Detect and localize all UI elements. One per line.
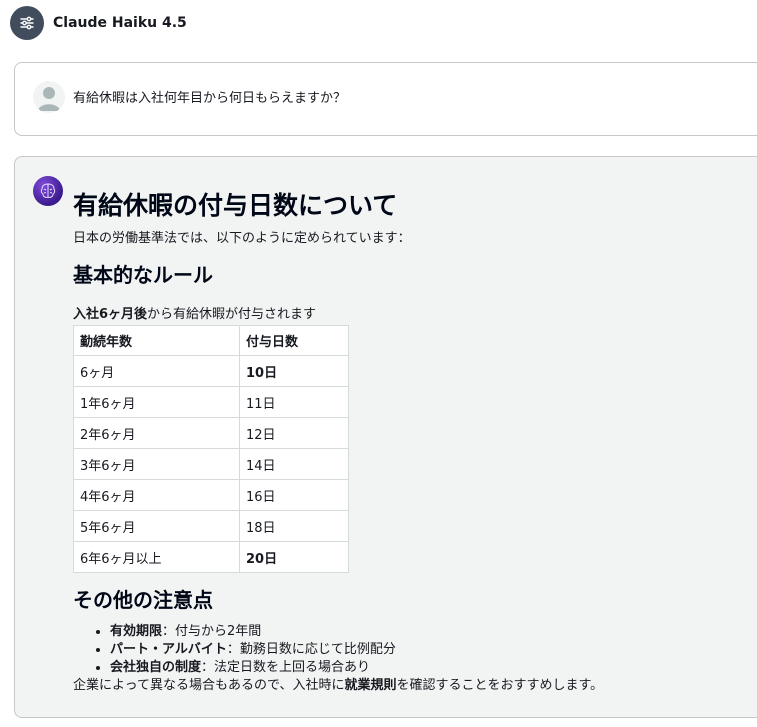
user-message-card: 有給休暇は入社何年目から何日もらえますか？: [14, 62, 757, 136]
note-text: ：付与から2年間: [162, 624, 262, 639]
assistant-message-card: 有給休暇の付与日数について 日本の労働基準法では、以下のように定められています：…: [14, 156, 757, 718]
table-row: 3年6ヶ月 14日: [73, 448, 349, 480]
rule-text: から有給休暇が付与されます: [147, 307, 317, 322]
list-item: 有効期限：付与から2年間: [110, 623, 753, 641]
brain-icon: [33, 176, 63, 206]
table-row: 1年6ヶ月 11日: [73, 386, 349, 418]
table-cell-years: 5年6ヶ月: [73, 510, 240, 542]
table-cell-days: 12日: [239, 417, 349, 449]
closing-bold: 就業規則: [344, 678, 397, 693]
table-cell-years: 1年6ヶ月: [73, 386, 240, 418]
user-message-text: 有給休暇は入社何年目から何日もらえますか？: [73, 91, 347, 106]
user-avatar-icon: [33, 81, 65, 113]
note-text: ：法定日数を上回る場合あり: [201, 660, 371, 675]
table-cell-years: 4年6ヶ月: [73, 479, 240, 511]
model-name: Claude Haiku 4.5: [53, 15, 187, 31]
table-cell-years: 6ヶ月: [73, 355, 240, 387]
chat-header: Claude Haiku 4.5: [10, 5, 187, 41]
table-cell-days: 14日: [239, 448, 349, 480]
table-cell-days: 20日: [239, 541, 349, 573]
notes-list: 有効期限：付与から2年間 パート・アルバイト：勤務日数に応じて比例配分 会社独自…: [73, 623, 753, 677]
leave-days-table: 勤続年数 付与日数 6ヶ月 10日 1年6ヶ月 11日 2年6ヶ月 12日 3年…: [73, 325, 349, 573]
table-cell-days: 11日: [239, 386, 349, 418]
table-header-row: 勤続年数 付与日数: [73, 325, 349, 356]
table-cell-years: 6年6ヶ月以上: [73, 541, 240, 573]
closing-after: を確認することをおすすめします。: [396, 678, 604, 693]
note-label: 会社独自の制度: [110, 660, 202, 675]
response-intro: 日本の労働基準法では、以下のように定められています：: [73, 231, 411, 246]
closing-before: 企業によって異なる場合もあるので、入社時に: [73, 678, 345, 693]
table-cell-years: 3年6ヶ月: [73, 448, 240, 480]
closing-text: 企業によって異なる場合もあるので、入社時に就業規則を確認することをおすすめします…: [73, 677, 753, 695]
section-heading-rules: 基本的なルール: [73, 263, 213, 287]
sliders-icon: [20, 16, 34, 30]
section-heading-notes: その他の注意点: [73, 588, 213, 612]
table-header-days: 付与日数: [239, 325, 349, 356]
table-row: 2年6ヶ月 12日: [73, 417, 349, 449]
table-row: 6年6ヶ月以上 20日: [73, 541, 349, 573]
list-item: 会社独自の制度：法定日数を上回る場合あり: [110, 659, 753, 677]
note-label: パート・アルバイト: [110, 642, 227, 657]
model-settings-button[interactable]: [10, 6, 44, 40]
note-text: ：勤務日数に応じて比例配分: [226, 642, 396, 657]
response-title: 有給休暇の付与日数について: [73, 191, 398, 220]
table-row: 4年6ヶ月 16日: [73, 479, 349, 511]
rule-bold-text: 入社6ヶ月後: [73, 307, 148, 322]
note-label: 有効期限: [110, 624, 163, 639]
rule-statement: 入社6ヶ月後から有給休暇が付与されます: [73, 306, 753, 324]
table-header-years: 勤続年数: [73, 325, 240, 356]
list-item: パート・アルバイト：勤務日数に応じて比例配分: [110, 641, 753, 659]
assistant-message-content: 有給休暇の付与日数について 日本の労働基準法では、以下のように定められています：…: [73, 187, 753, 695]
table-cell-days: 16日: [239, 479, 349, 511]
table-row: 5年6ヶ月 18日: [73, 510, 349, 542]
table-row: 6ヶ月 10日: [73, 355, 349, 387]
table-cell-days: 18日: [239, 510, 349, 542]
table-cell-days: 10日: [239, 355, 349, 387]
table-cell-years: 2年6ヶ月: [73, 417, 240, 449]
